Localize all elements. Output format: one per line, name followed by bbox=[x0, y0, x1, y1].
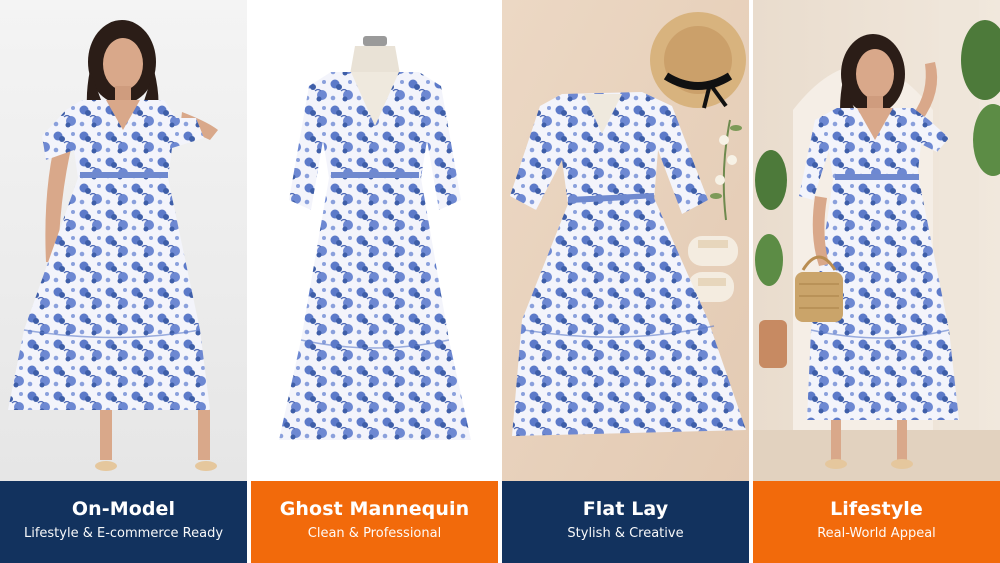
caption-title: On-Model bbox=[71, 498, 176, 520]
panel-flat-lay: Flat Lay Stylish & Creative bbox=[502, 0, 749, 563]
panel-ghost-mannequin: Ghost Mannequin Clean & Professional bbox=[251, 0, 498, 563]
caption-on-model: On-Model Lifestyle & E-commerce Ready bbox=[0, 481, 247, 563]
caption-ghost-mannequin: Ghost Mannequin Clean & Professional bbox=[251, 481, 498, 563]
panel-on-model: On-Model Lifestyle & E-commerce Ready bbox=[0, 0, 247, 563]
caption-subtitle: Clean & Professional bbox=[307, 526, 442, 541]
ghost-mannequin-photo bbox=[251, 0, 498, 481]
caption-subtitle: Real-World Appeal bbox=[817, 526, 936, 541]
caption-title: Lifestyle bbox=[830, 498, 923, 520]
panel-lifestyle: Lifestyle Real-World Appeal bbox=[753, 0, 1000, 563]
product-photo-grid: On-Model Lifestyle & E-commerce Ready Gh… bbox=[0, 0, 1000, 563]
caption-title: Flat Lay bbox=[582, 498, 669, 520]
caption-lifestyle: Lifestyle Real-World Appeal bbox=[753, 481, 1000, 563]
lifestyle-photo bbox=[753, 0, 1000, 481]
caption-title: Ghost Mannequin bbox=[279, 498, 470, 520]
caption-subtitle: Stylish & Creative bbox=[567, 526, 684, 541]
caption-flat-lay: Flat Lay Stylish & Creative bbox=[502, 481, 749, 563]
on-model-photo bbox=[0, 0, 247, 481]
caption-subtitle: Lifestyle & E-commerce Ready bbox=[23, 526, 224, 541]
flat-lay-photo bbox=[502, 0, 749, 481]
